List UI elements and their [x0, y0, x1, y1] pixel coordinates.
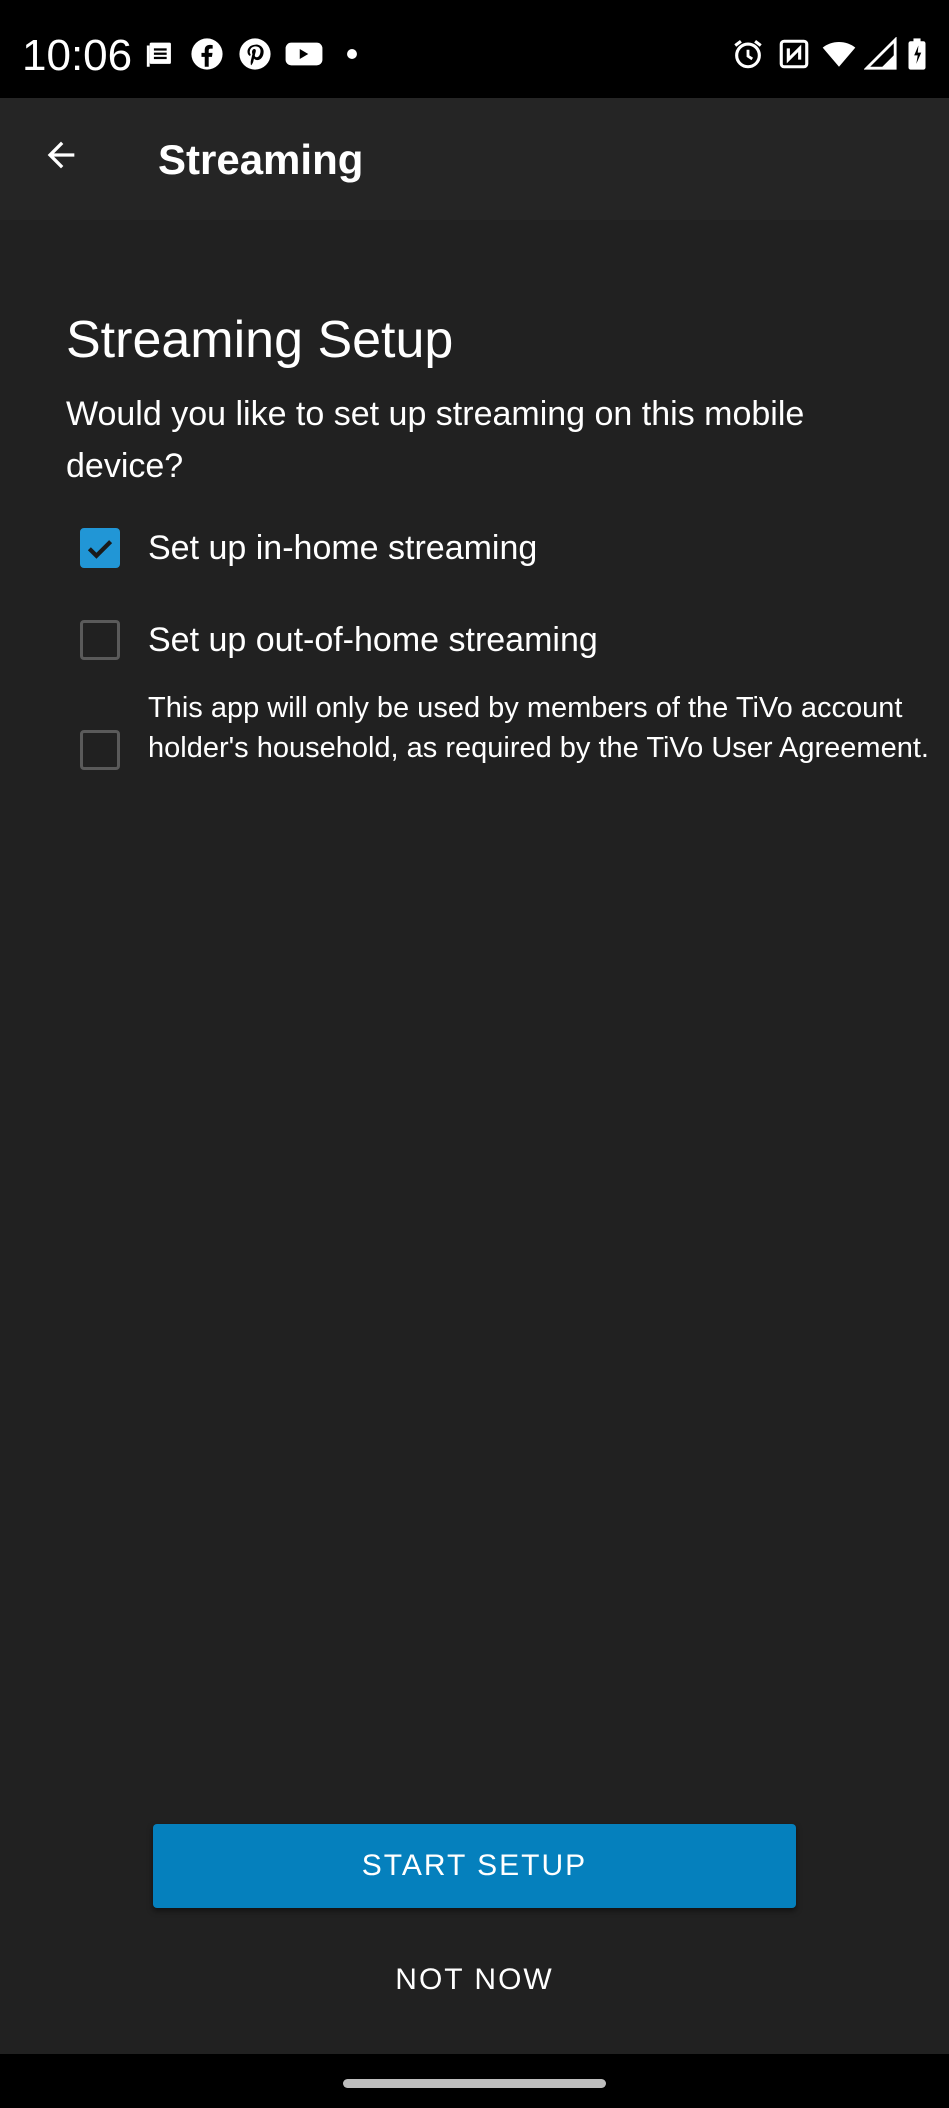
nfc-icon	[777, 37, 811, 71]
home-gesture-handle[interactable]	[343, 2079, 606, 2088]
out-of-home-checkbox[interactable]	[80, 620, 120, 660]
start-setup-button[interactable]: START SETUP	[153, 1824, 796, 1908]
news-icon	[144, 37, 178, 71]
setup-question: Would you like to set up streaming on th…	[66, 395, 805, 485]
pinterest-icon	[238, 37, 272, 71]
navigation-bar	[0, 2054, 949, 2108]
page-title: Streaming	[158, 136, 364, 183]
dot-icon	[343, 37, 361, 71]
not-now-button[interactable]: NOT NOW	[300, 1950, 649, 2010]
in-home-streaming-option[interactable]: Set up in-home streaming	[80, 522, 940, 574]
setup-heading: Streaming Setup	[66, 311, 454, 369]
in-home-label: Set up in-home streaming	[148, 529, 538, 567]
household-agreement-option[interactable]: This app will only be used by members of…	[80, 688, 940, 812]
wifi-icon	[820, 37, 858, 71]
in-home-checkbox[interactable]	[80, 528, 120, 568]
battery-icon	[906, 37, 928, 71]
arrow-back-icon	[41, 135, 81, 175]
back-button[interactable]	[30, 124, 92, 186]
app-bar: Streaming	[0, 98, 949, 220]
alarm-icon	[731, 37, 765, 71]
out-of-home-streaming-option[interactable]: Set up out-of-home streaming	[80, 614, 940, 666]
status-time: 10:06	[22, 31, 133, 80]
facebook-icon	[190, 37, 224, 71]
signal-icon	[864, 37, 898, 71]
status-bar: 10:06	[0, 0, 949, 98]
household-agreement-checkbox[interactable]	[80, 730, 120, 770]
household-agreement-label: This app will only be used by members of…	[148, 692, 929, 764]
youtube-icon	[284, 37, 324, 71]
out-of-home-label: Set up out-of-home streaming	[148, 621, 598, 659]
checkmark-icon	[87, 540, 113, 559]
